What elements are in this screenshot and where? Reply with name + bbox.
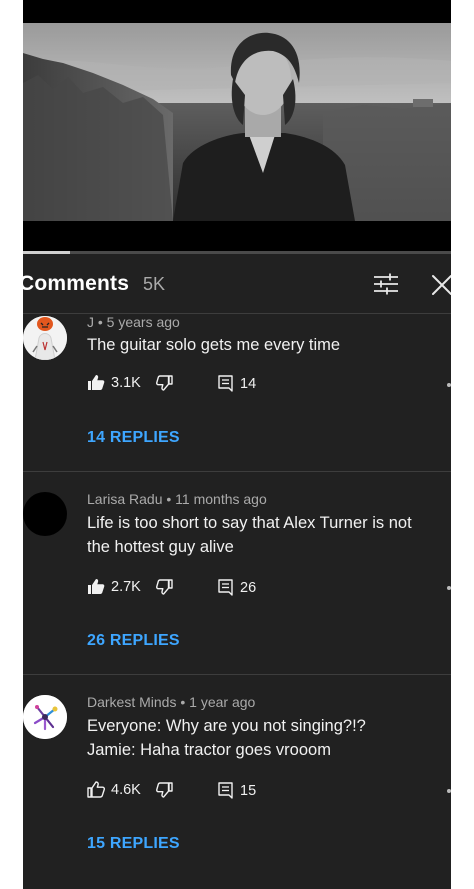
reply-icon [218,782,233,799]
avatar[interactable] [23,316,67,360]
comments-count: 5K [143,274,166,294]
video-progress-bar[interactable] [23,251,451,254]
comment-item: Larisa Radu • 11 months ago Life is too … [23,490,451,673]
like-count: 4.6K [111,781,141,798]
view-replies-button[interactable]: 26 REPLIES [87,632,180,650]
comment-text-line: the hottest guy alive [87,538,234,556]
comment-text: Life is too short to say that Alex Turne… [87,511,439,559]
comment-text-line: Life is too short to say that Alex Turne… [87,514,412,532]
comment-meta: J • 5 years ago [87,314,180,330]
comment-meta: Darkest Minds • 1 year ago [87,694,256,710]
comment-text-line: Jamie: Haha tractor goes vrooom [87,741,331,759]
comment-text: Everyone: Why are you not singing?!? Jam… [87,714,439,762]
like-button[interactable]: 2.7K [87,578,141,595]
reply-icon [218,579,233,596]
close-icon[interactable] [431,274,451,296]
video-player[interactable] [23,0,451,254]
comments-title: Comments [23,272,130,295]
video-frame[interactable] [23,23,451,221]
reply-count: 14 [240,375,257,392]
view-replies-button[interactable]: 14 REPLIES [87,429,180,447]
avatar[interactable] [23,695,67,739]
avatar[interactable] [23,492,67,536]
reply-button[interactable]: 14 [218,375,256,392]
dislike-button[interactable] [156,782,173,798]
comment-text: The guitar solo gets me every time [87,333,439,357]
dislike-button[interactable] [156,579,173,595]
thumbs-up-icon [88,579,105,594]
like-button[interactable]: 4.6K [87,781,141,798]
more-options-icon[interactable] [447,586,451,590]
comment-divider [23,674,451,675]
sort-filter-icon[interactable] [373,273,399,295]
like-count: 2.7K [111,578,141,595]
comments-header: Comments 5K [23,256,451,314]
view-replies-button[interactable]: 15 REPLIES [87,835,180,853]
comment-divider [23,471,451,472]
comment-text-line: Everyone: Why are you not singing?!? [87,717,366,735]
more-options-icon[interactable] [447,383,451,387]
dislike-button[interactable] [156,375,173,391]
phone-screen: Comments 5K J • 5 years ago The guitar s… [23,0,451,889]
video-progress-fill [23,251,71,254]
comment-text-line: The guitar solo gets me every time [87,336,341,354]
reply-count: 15 [240,782,257,799]
like-count: 3.1K [111,374,141,391]
more-options-icon[interactable] [447,789,451,793]
comment-item: J • 5 years ago The guitar solo gets me … [23,314,451,471]
reply-button[interactable]: 26 [218,579,256,596]
reply-count: 26 [240,579,257,596]
comment-item: Darkest Minds • 1 year ago Everyone: Why… [23,693,451,873]
like-button[interactable]: 3.1K [87,374,141,391]
thumbs-up-icon [87,781,105,798]
thumbs-up-icon [88,375,105,390]
comment-meta: Larisa Radu • 11 months ago [87,491,267,507]
reply-icon [218,375,233,392]
reply-button[interactable]: 15 [218,782,256,799]
